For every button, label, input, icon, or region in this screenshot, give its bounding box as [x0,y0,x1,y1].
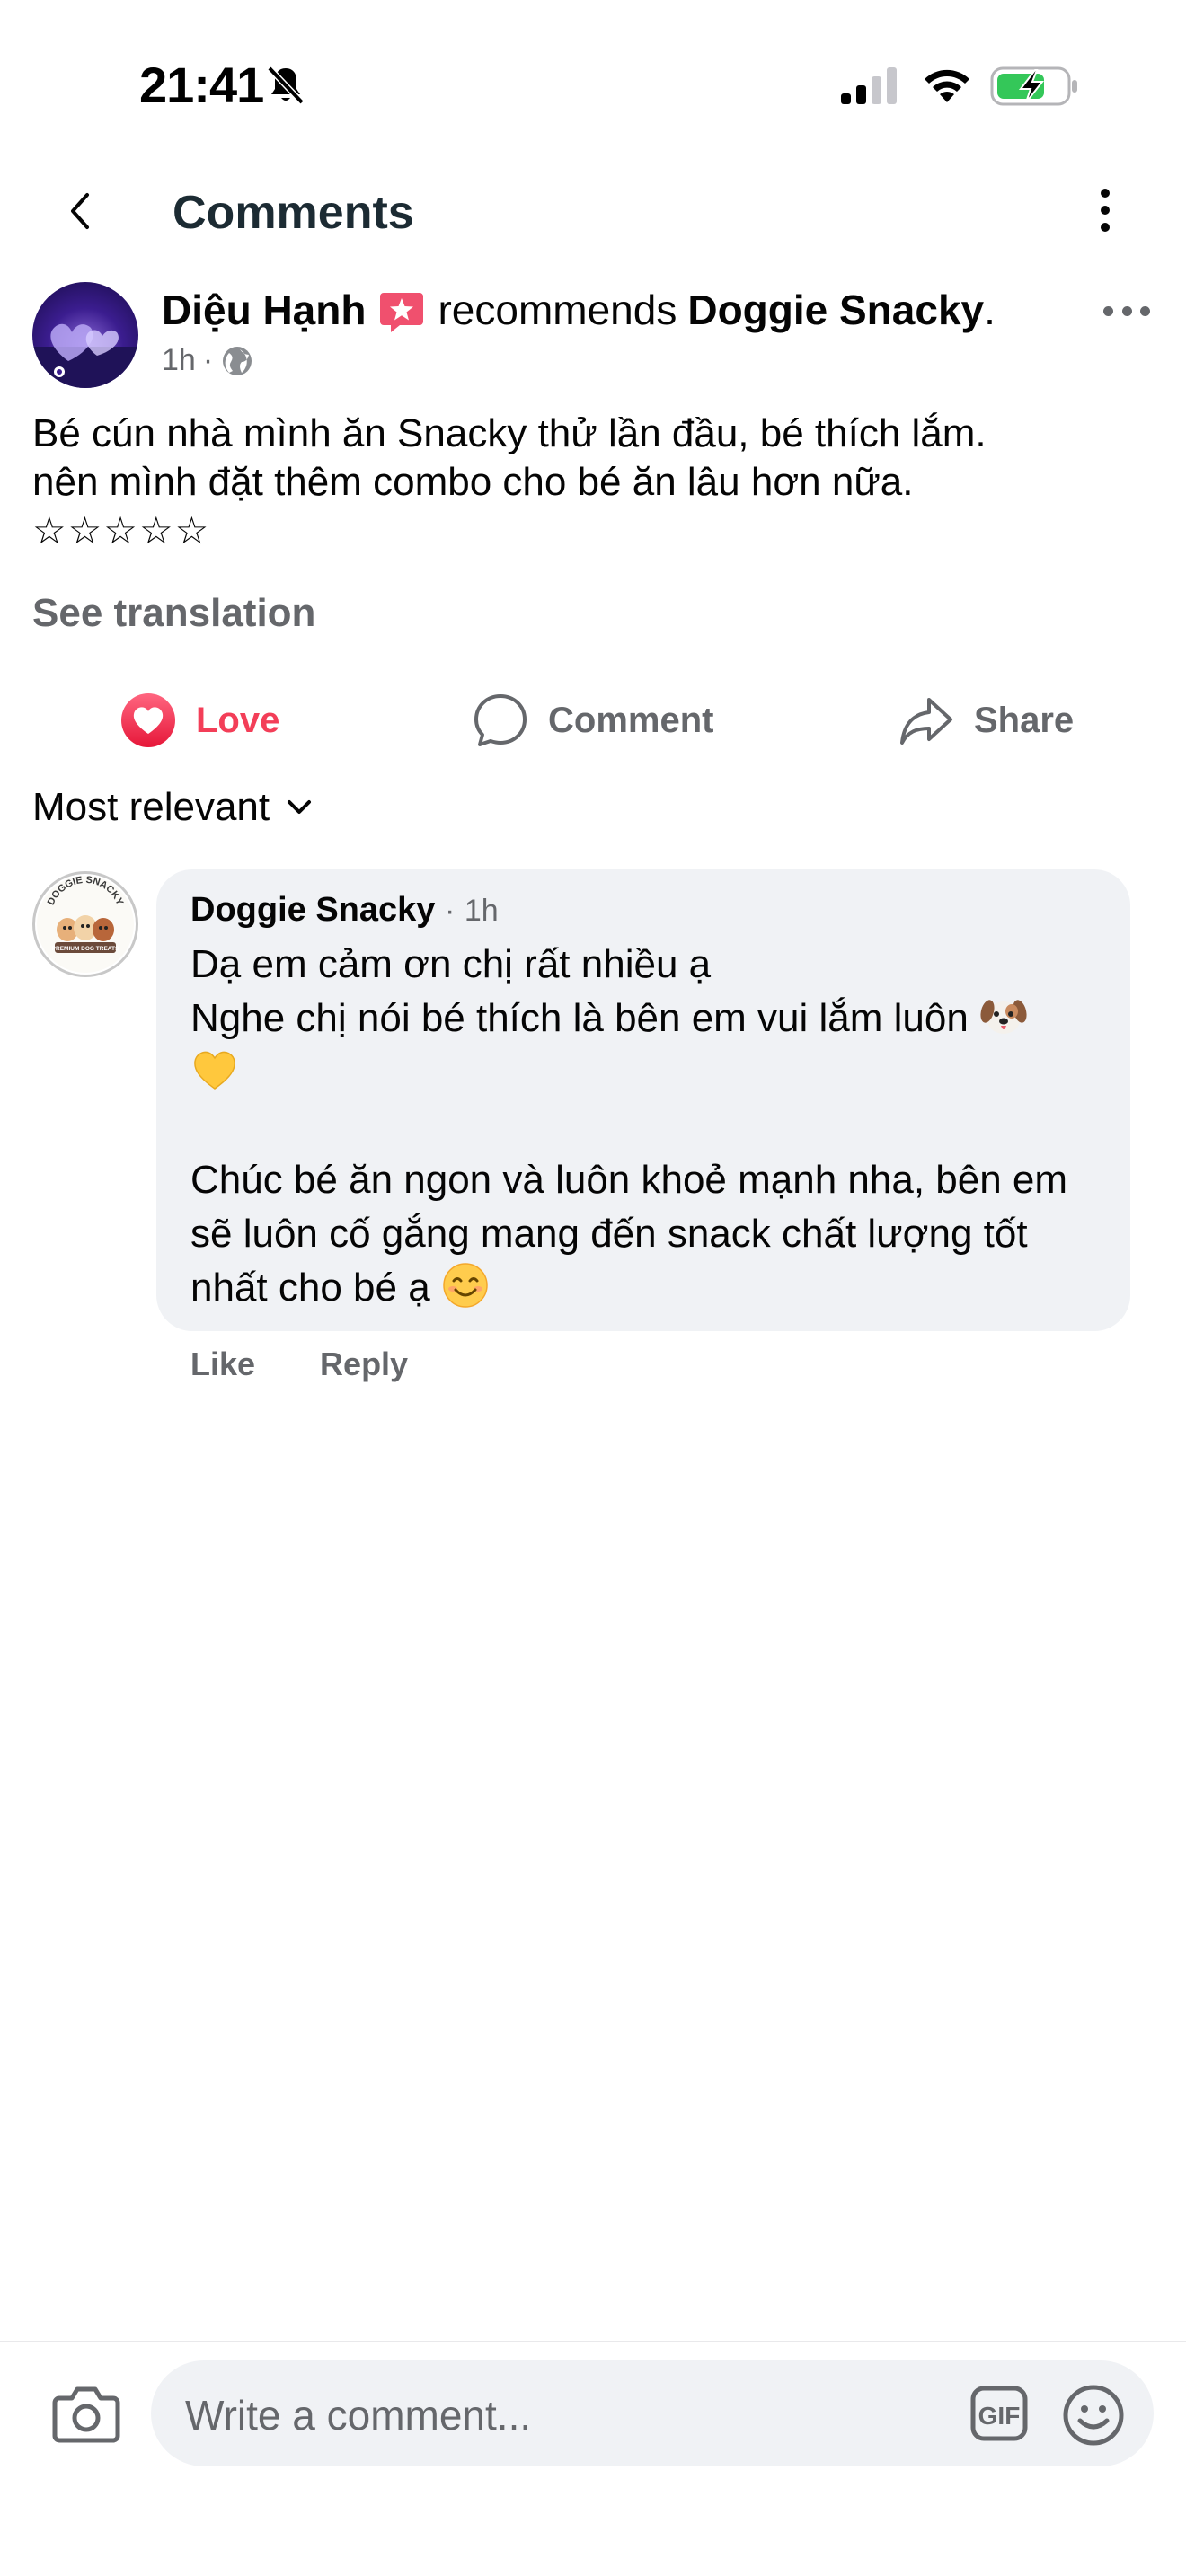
status-bar: 21:41 [0,0,1186,171]
vertical-ellipsis-icon [1101,189,1110,198]
sort-label: Most relevant [32,785,270,829]
comment-input-placeholder: Write a comment... [185,2392,532,2439]
share-arrow-icon [900,698,952,745]
recommends-text: recommends [438,287,677,333]
comment-line-with-emoji: Nghe chị nói bé thích là bên em vui lắm … [190,992,1107,1045]
post-time[interactable]: 1h [162,343,196,378]
star-rating: ☆☆☆☆☆ [32,508,211,552]
comment-line: Dạ em cảm ơn chị rất nhiều ạ [190,942,712,986]
comment-button[interactable]: Comment [473,683,713,758]
wifi-icon [925,69,969,102]
post-more-button[interactable] [1103,300,1150,322]
page-title: Comments [173,187,414,239]
emoji-smile-icon[interactable] [1062,2384,1125,2447]
ellipsis-dot [1101,206,1110,215]
smiling-face-emoji [443,1263,488,1308]
love-label: Love [196,700,280,740]
comment-emoji-line [190,1045,1107,1099]
post-text: Bé cún nhà mình ăn Snacky thử lần đầu, b… [32,410,1146,555]
comment-line-with-emoji: nhất cho bé ạ [190,1261,1107,1315]
comment-body: Dạ em cảm ơn chị rất nhiều ạ Nghe chị nó… [190,938,1107,1315]
comment-composer: Write a comment... GIF [0,2342,1186,2576]
dog-face-emoji [980,1000,1027,1034]
sort-dropdown[interactable]: Most relevant [32,785,313,830]
comment-line-text: nhất cho bé ạ [190,1266,430,1310]
comment-like-button[interactable]: Like [190,1345,255,1383]
post-meta: 1h · [162,343,254,378]
comment-actions: Like Reply [190,1345,408,1383]
comment-separator: · [444,894,456,928]
ellipsis-dot [1121,305,1132,316]
comment-line: Chúc bé ăn ngon và luôn khoẻ mạnh nha, b… [190,1158,1068,1202]
gif-icon[interactable]: GIF [970,2386,1028,2441]
hearts-photo [32,323,138,388]
page-suffix: . [984,287,996,333]
see-translation-link[interactable]: See translation [32,591,315,636]
globe-icon [223,346,252,375]
camera-icon[interactable] [52,2384,120,2443]
horizontal-ellipsis-icon [1103,305,1113,316]
ellipsis-dot [1140,305,1150,316]
gif-label: GIF [978,2402,1021,2430]
comment-label: Comment [548,700,714,740]
post-actions: Love Comment Share [0,683,1186,758]
comment-bubble-icon [474,694,527,746]
back-button[interactable] [54,175,104,247]
post-text-line: Bé cún nhà mình ăn Snacky thử lần đầu, b… [32,411,987,455]
recommended-page-name[interactable]: Doggie Snacky [687,286,984,334]
more-options-button[interactable] [1078,170,1132,251]
comment-line: sẽ luôn cố gắng mang đến snack chất lượn… [190,1212,1028,1256]
comment-input[interactable]: Write a comment... GIF [151,2360,1154,2466]
logo-band-text: PREMIUM DOG TREATS [52,946,119,952]
battery-charging-icon [990,66,1077,106]
bell-slash-icon [267,66,305,105]
comment-author[interactable]: Doggie Snacky [190,891,435,929]
love-button[interactable]: Love [120,683,279,758]
post-header: Diệu Hạnh recommends Doggie Snacky. [162,286,996,334]
top-fan-badge-icon [380,293,424,332]
doggie-snacky-logo: DOGGIE SNACKY PREMIUM DOG TREATS [37,875,134,973]
comment-reply-button[interactable]: Reply [320,1345,408,1383]
meta-separator: · [202,343,214,377]
chevron-down-icon [288,800,312,814]
ellipsis-dot [1101,223,1110,232]
commenter-avatar[interactable]: DOGGIE SNACKY PREMIUM DOG TREATS [32,871,138,977]
post-text-line: nên mình đặt thêm combo cho bé ăn lâu hơ… [32,460,914,504]
top-app-bar: Comments [0,157,1186,274]
comment-bubble: Doggie Snacky · 1h Dạ em cảm ơn chị rất … [156,869,1130,1331]
post-author-name[interactable]: Diệu Hạnh [162,286,366,334]
post-author-avatar[interactable] [32,282,138,388]
comment-line-text: Nghe chị nói bé thích là bên em vui lắm … [190,996,969,1040]
share-label: Share [974,700,1075,740]
comment-header: Doggie Snacky · 1h [190,891,499,930]
yellow-heart-emoji [194,1051,235,1090]
cellular-signal-icon [841,67,897,104]
love-reaction-icon [121,693,175,747]
comment-time: 1h [464,894,499,928]
comment-blank-line [190,1099,1107,1153]
chevron-left-icon [71,193,89,229]
share-button[interactable]: Share [898,683,1074,758]
status-time: 21:41 [139,57,264,113]
